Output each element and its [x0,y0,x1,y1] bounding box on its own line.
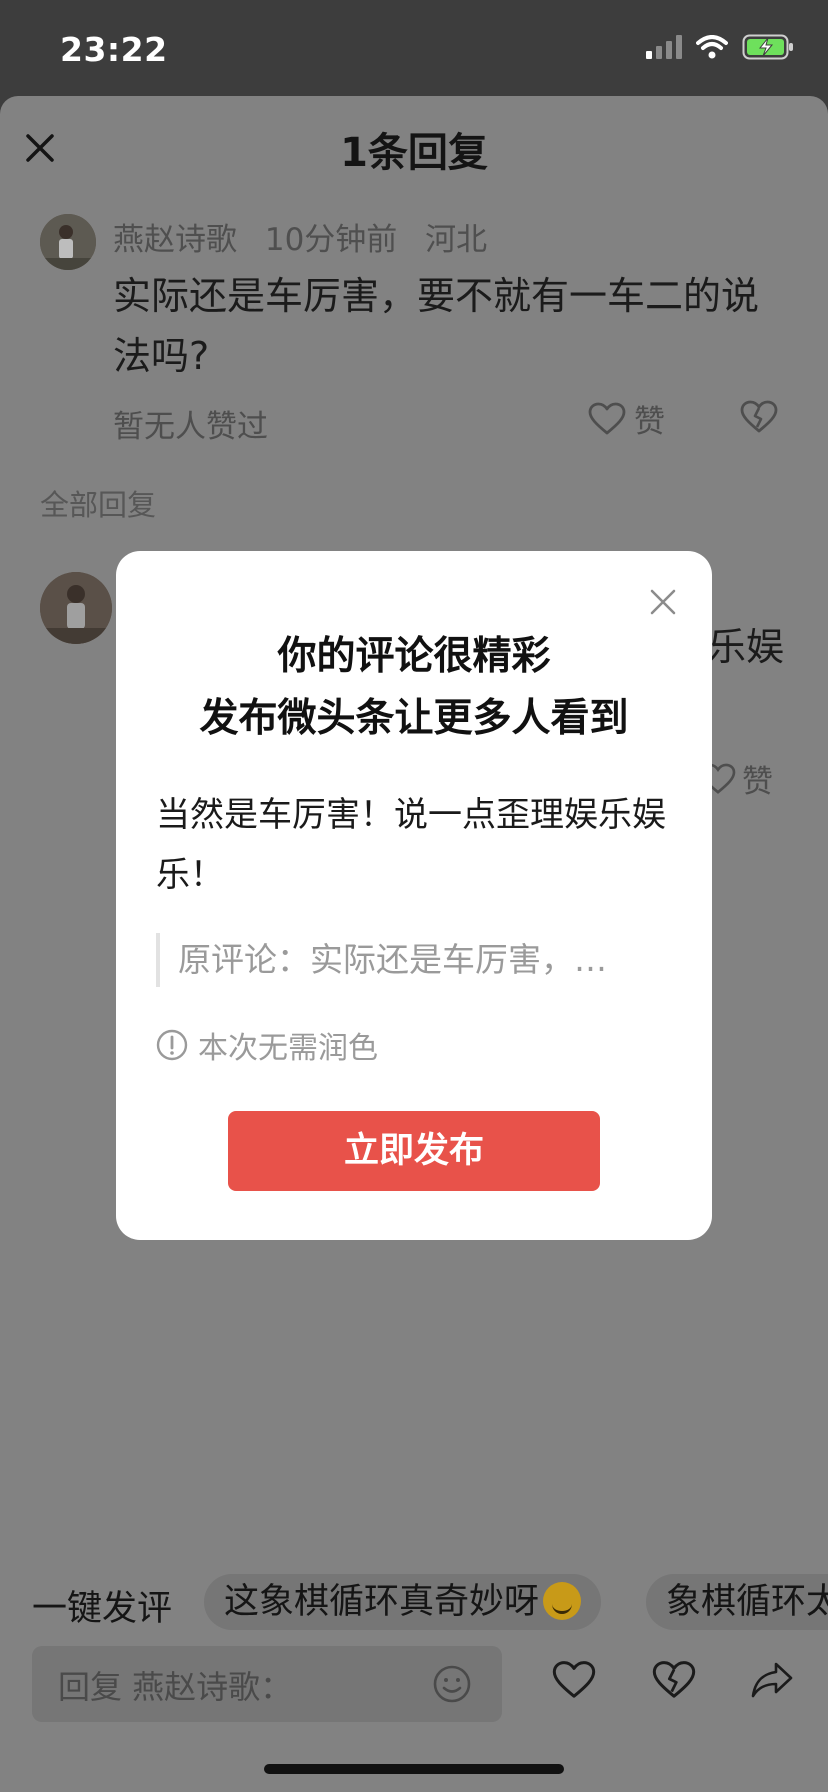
status-bar: 23:22 [0,0,828,96]
reply-like-label: 赞 [742,764,773,800]
original-comment-quote: 原评论：实际还是车厉害，… [156,933,666,987]
dialog-title-line2: 发布微头条让更多人看到 [199,696,629,741]
comment-text: 实际还是车厉害，要不就有一车二的说法吗? [113,274,760,378]
share-icon[interactable] [750,1660,794,1700]
dialog-body-text: 当然是车厉害！说一点歪理娱乐娱乐！ [156,795,666,895]
signal-icon [646,35,682,59]
heart-icon [588,402,626,434]
sheet-title: 1条回复 [340,130,488,176]
quick-comment-chip[interactable]: 象棋循环太 [646,1574,828,1630]
quick-comment-chip[interactable]: 这象棋循环真奇妙呀 [204,1574,602,1630]
reply-avatar-image [40,572,112,644]
reply-input[interactable]: 回复 燕赵诗歌： [32,1646,502,1722]
wifi-icon [696,35,728,59]
like-heart-icon[interactable] [552,1660,596,1700]
publish-button[interactable]: 立即发布 [228,1111,600,1191]
publish-dialog: 你的评论很精彩 发布微头条让更多人看到 当然是车厉害！说一点歪理娱乐娱乐！ 原评… [116,551,712,1240]
close-icon[interactable] [650,589,676,615]
info-icon [156,1029,188,1061]
like-label: 赞 [634,404,665,440]
grin-emoji-icon [543,1582,582,1620]
emoji-icon[interactable] [432,1664,472,1704]
polish-hint: 本次无需润色 [156,1023,378,1067]
likes-summary: 暂无人赞过 [113,409,268,445]
reply-avatar[interactable] [40,572,112,644]
quick-comment-text: 这象棋循环真奇妙呀 [224,1582,540,1622]
comment-time: 10分钟前 [264,222,398,258]
broken-heart-icon[interactable] [652,1660,696,1700]
reply-input-placeholder: 回复 燕赵诗歌： [58,1668,293,1706]
home-indicator[interactable] [264,1764,564,1774]
battery-icon [742,34,793,60]
avatar[interactable] [40,214,96,270]
polish-hint-text: 本次无需润色 [198,1031,378,1066]
all-replies-label: 全部回复 [40,488,157,522]
broken-heart-icon[interactable] [740,400,778,434]
quick-comment-text: 象棋循环太 [666,1582,828,1622]
status-icons [646,34,794,60]
reply-text-peek: 乐娱 [708,625,785,669]
avatar-image [40,214,96,270]
comment-meta: 燕赵诗歌 10分钟前 河北 [113,214,505,259]
status-time: 23:22 [60,30,168,69]
dialog-title-line1: 你的评论很精彩 [277,634,551,679]
quick-comments-row: 一键发评 这象棋循环真奇妙呀 象棋循环太 [0,1574,828,1632]
comment-author[interactable]: 燕赵诗歌 [113,222,237,258]
quick-comments-label: 一键发评 [32,1589,173,1629]
like-button[interactable]: 赞 [588,396,665,441]
comment-location: 河北 [425,222,488,258]
dialog-title: 你的评论很精彩 发布微头条让更多人看到 [116,626,712,750]
